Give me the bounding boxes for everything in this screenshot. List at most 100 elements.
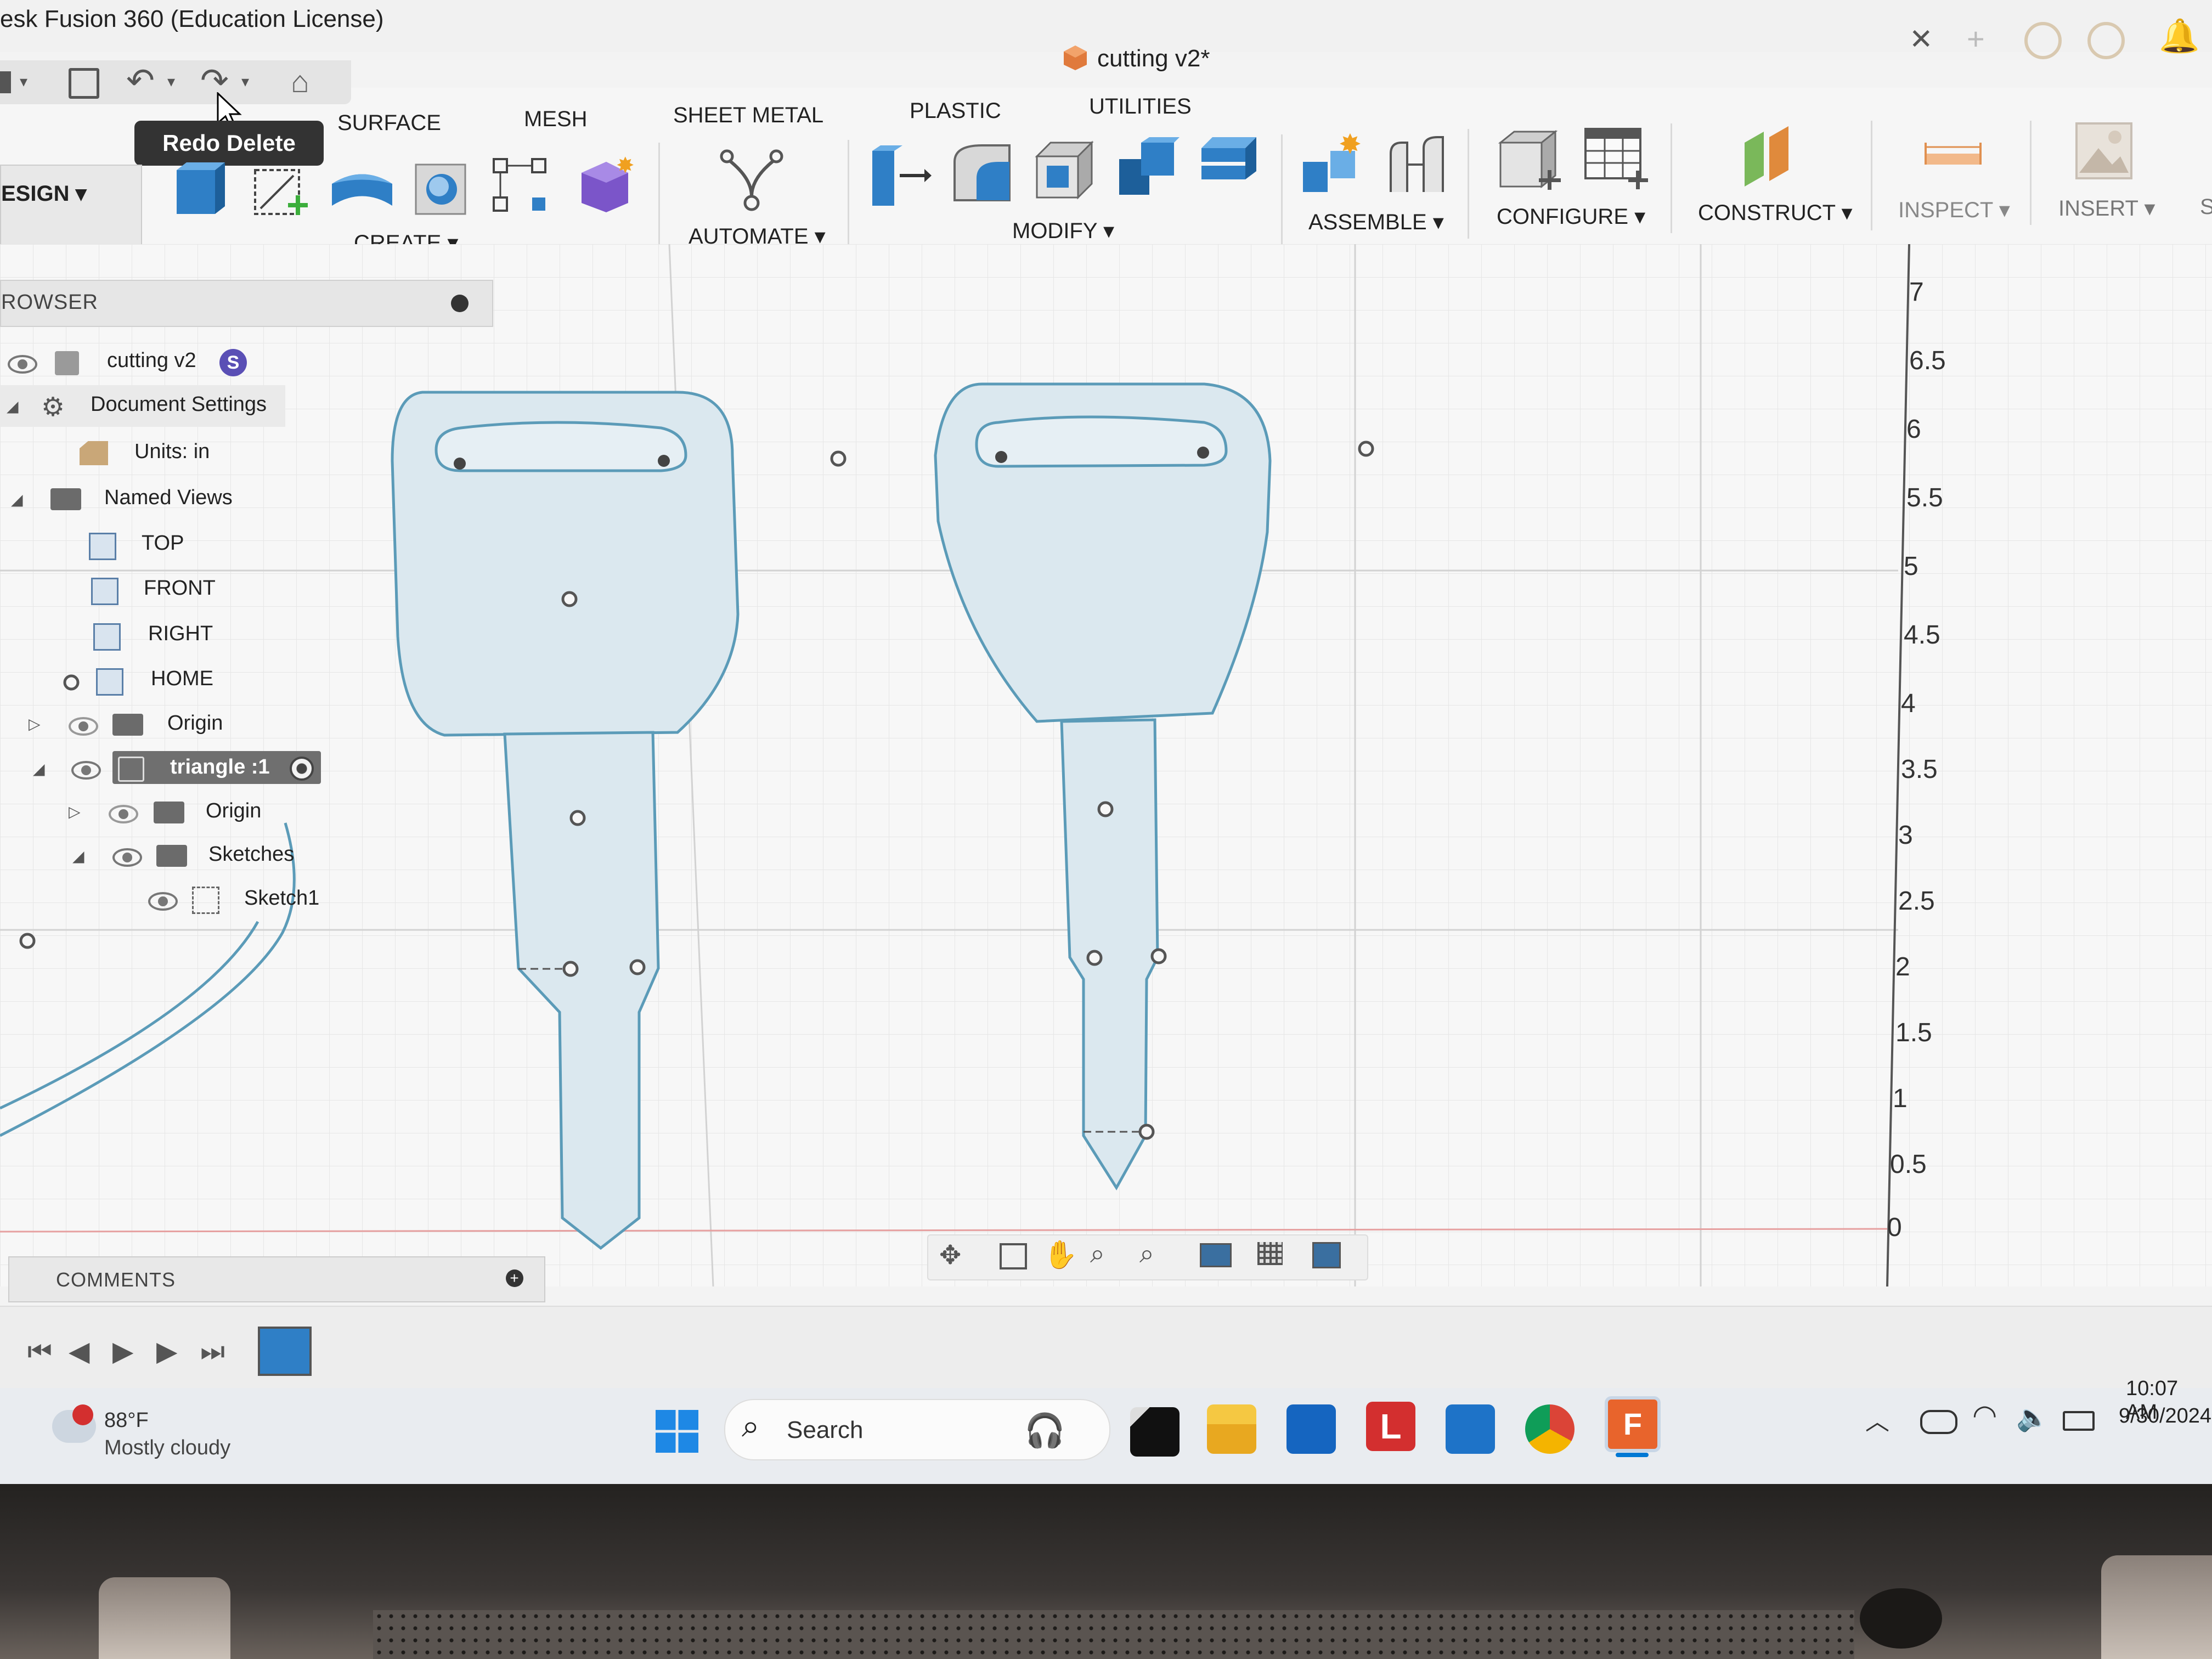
- grid-settings-icon[interactable]: [1257, 1242, 1283, 1265]
- fillet-icon[interactable]: [949, 140, 1015, 208]
- activate-radio-icon[interactable]: [290, 757, 314, 781]
- browser-item-component-triangle[interactable]: ◢ triangle :1: [0, 748, 329, 789]
- new-component-icon[interactable]: [170, 159, 230, 222]
- chevron-down-icon[interactable]: ▾: [20, 72, 27, 91]
- file-explorer-icon[interactable]: [1207, 1404, 1256, 1454]
- new-component-assemble-icon[interactable]: ✸: [1300, 128, 1366, 200]
- outlook-icon[interactable]: [1446, 1404, 1495, 1454]
- expand-triangle-icon[interactable]: ◢: [7, 397, 19, 415]
- microsoft-store-icon[interactable]: [1286, 1404, 1336, 1454]
- tab-surface[interactable]: SURFACE: [337, 111, 441, 136]
- extensions-icon[interactable]: [2024, 22, 2062, 59]
- volume-icon[interactable]: 🔈: [2016, 1402, 2049, 1433]
- chevron-down-icon[interactable]: ▾: [167, 72, 175, 91]
- assemble-group-label[interactable]: ASSEMBLE ▾: [1308, 210, 1444, 235]
- construct-plane-icon[interactable]: [1739, 121, 1805, 189]
- pan-hand-icon[interactable]: ✋: [1043, 1239, 1077, 1271]
- wifi-icon[interactable]: ◠: [1972, 1399, 1997, 1432]
- automate-icon[interactable]: [716, 145, 787, 219]
- weather-temperature[interactable]: 88°F: [104, 1409, 149, 1432]
- tab-plastic[interactable]: PLASTIC: [910, 99, 1001, 123]
- expand-triangle-icon[interactable]: ▷: [69, 803, 81, 821]
- expand-triangle-icon[interactable]: ▷: [29, 715, 41, 733]
- skip-start-icon[interactable]: ⏮: [27, 1335, 52, 1368]
- chrome-icon[interactable]: [1525, 1404, 1575, 1454]
- offset-face-icon[interactable]: [1196, 132, 1262, 200]
- collapse-browser-icon[interactable]: [451, 295, 469, 312]
- display-settings-icon[interactable]: [1200, 1243, 1232, 1267]
- visibility-eye-icon[interactable]: [71, 761, 101, 780]
- save-icon[interactable]: [69, 68, 99, 99]
- tab-utilities[interactable]: UTILITIES: [1089, 94, 1192, 119]
- modify-group-label[interactable]: MODIFY ▾: [1012, 218, 1114, 244]
- undo-icon[interactable]: ↶: [126, 60, 155, 100]
- zoom-icon[interactable]: ⌕: [1090, 1239, 1105, 1269]
- expand-triangle-icon[interactable]: ◢: [33, 760, 45, 778]
- show-hidden-icons-icon[interactable]: ︿: [1865, 1402, 1889, 1437]
- browser-item-units[interactable]: Units: in: [0, 432, 230, 474]
- form-icon[interactable]: ✸: [573, 151, 639, 219]
- taskbar-search-input[interactable]: ⌕ Search 🎧: [724, 1399, 1110, 1460]
- browser-item-document-settings[interactable]: ◢ ⚙ Document Settings: [0, 385, 285, 427]
- browser-item-view-top[interactable]: TOP: [0, 524, 230, 566]
- create-sketch-icon[interactable]: [250, 165, 315, 228]
- workspace-switcher[interactable]: ESIGN ▾: [0, 165, 142, 255]
- expand-triangle-icon[interactable]: ◢: [72, 847, 84, 865]
- file-menu-icon[interactable]: [0, 71, 11, 93]
- browser-item-origin[interactable]: ▷ Origin: [0, 704, 247, 746]
- step-forward-icon[interactable]: ▶: [156, 1335, 177, 1367]
- configure-table-icon[interactable]: [1580, 123, 1651, 198]
- shell-icon[interactable]: [1031, 137, 1097, 206]
- weather-description[interactable]: Mostly cloudy: [104, 1436, 230, 1460]
- visibility-eye-icon[interactable]: [112, 848, 142, 867]
- fusion-360-icon[interactable]: F: [1605, 1396, 1661, 1452]
- press-pull-icon[interactable]: [867, 143, 933, 211]
- revolve-icon[interactable]: [411, 156, 472, 219]
- start-windows-icon[interactable]: [656, 1410, 698, 1453]
- browser-item-root[interactable]: cutting v2 S: [0, 341, 263, 383]
- home-icon[interactable]: ⌂: [291, 64, 309, 99]
- browser-item-view-front[interactable]: FRONT: [0, 569, 236, 611]
- browser-item-view-right[interactable]: RIGHT: [0, 614, 236, 656]
- inspect-group-label[interactable]: INSPECT ▾: [1898, 198, 2010, 223]
- skip-end-icon[interactable]: ⏭: [200, 1335, 225, 1368]
- close-tab-icon[interactable]: ✕: [1909, 23, 1933, 56]
- browser-header[interactable]: ROWSER: [0, 280, 493, 327]
- task-view-icon[interactable]: [1130, 1407, 1180, 1457]
- play-icon[interactable]: ▶: [112, 1335, 133, 1367]
- browser-item-named-views[interactable]: ◢ Named Views: [0, 478, 252, 520]
- onedrive-icon[interactable]: [1920, 1410, 1957, 1434]
- insert-image-icon[interactable]: [2074, 121, 2134, 184]
- combine-icon[interactable]: [1114, 134, 1180, 203]
- hidden-eye-icon[interactable]: [69, 717, 98, 736]
- add-comment-icon[interactable]: +: [506, 1269, 523, 1287]
- browser-item-sketch1[interactable]: Sketch1: [0, 879, 329, 921]
- visibility-eye-icon[interactable]: [148, 892, 178, 911]
- configure-cube-icon[interactable]: [1495, 126, 1566, 200]
- add-tab-icon[interactable]: +: [1967, 21, 1985, 57]
- browser-item-view-home[interactable]: HOME: [0, 659, 241, 701]
- comments-panel[interactable]: COMMENTS +: [8, 1256, 545, 1302]
- chevron-down-icon[interactable]: ▾: [241, 72, 249, 91]
- tab-mesh[interactable]: MESH: [524, 107, 588, 132]
- browser-item-sub-origin[interactable]: ▷ Origin: [0, 792, 274, 833]
- step-back-icon[interactable]: ◀: [69, 1335, 89, 1367]
- fit-zoom-icon[interactable]: ⌕: [1139, 1239, 1154, 1269]
- configure-group-label[interactable]: CONFIGURE ▾: [1497, 204, 1645, 229]
- browser-item-sketches[interactable]: ◢ Sketches: [0, 835, 307, 877]
- extrude-icon[interactable]: [329, 162, 395, 219]
- construct-group-label[interactable]: CONSTRUCT ▾: [1698, 200, 1853, 225]
- tab-sheet-metal[interactable]: SHEET METAL: [673, 103, 823, 128]
- measure-icon[interactable]: [1923, 132, 1983, 178]
- viewports-icon[interactable]: [1312, 1242, 1341, 1268]
- joint-icon[interactable]: [1385, 132, 1451, 200]
- battery-icon[interactable]: [2063, 1411, 2095, 1431]
- pattern-icon[interactable]: [491, 156, 551, 219]
- orbit-icon[interactable]: ✥: [939, 1240, 961, 1271]
- clock-date[interactable]: 9/30/2024: [2119, 1404, 2211, 1428]
- notification-bell-icon[interactable]: 🔔: [2159, 16, 2200, 55]
- visibility-eye-icon[interactable]: [8, 355, 37, 374]
- look-at-icon[interactable]: [1000, 1243, 1027, 1269]
- expand-triangle-icon[interactable]: ◢: [11, 490, 23, 509]
- lockdown-browser-icon[interactable]: L: [1366, 1402, 1415, 1451]
